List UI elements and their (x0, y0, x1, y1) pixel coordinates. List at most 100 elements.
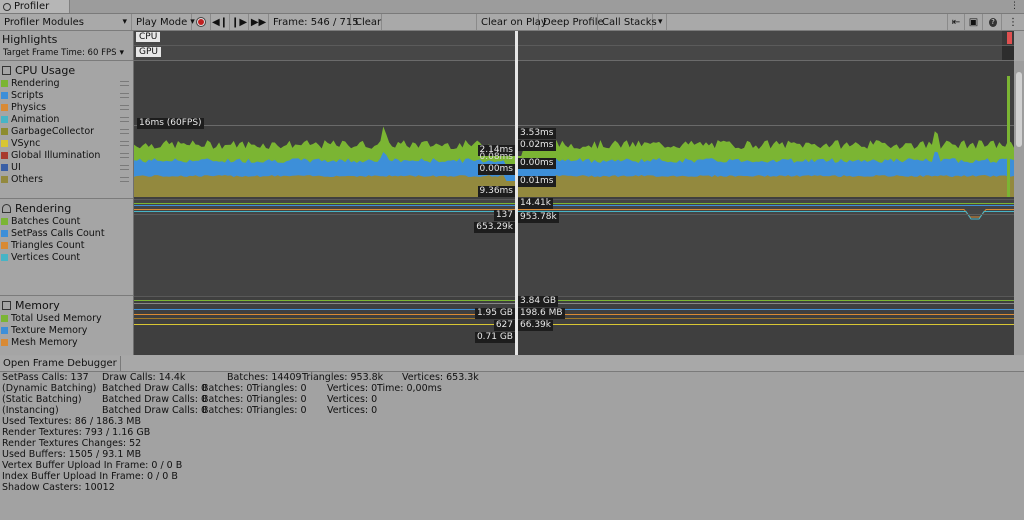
memory-readout-right-texture: 198.6 MB (518, 308, 565, 319)
memory-readout-right-total: 3.84 GB (518, 296, 559, 307)
legend-item[interactable]: Global Illumination (0, 149, 133, 161)
stat-line: Index Buffer Upload In Frame: 0 / 0 B (2, 471, 178, 482)
cpu-readout-right-total: 3.53ms (518, 128, 556, 139)
deep-profile-toggle[interactable]: Deep Profile (539, 14, 604, 30)
call-stacks-toggle[interactable]: Call Stacks (598, 14, 657, 30)
stat-line: Used Buffers: 1505 / 93.1 MB (2, 449, 142, 460)
legend-label: Others (11, 173, 43, 185)
legend-label: Texture Memory (11, 324, 88, 336)
profiler-charts-svg[interactable] (134, 31, 1014, 355)
legend-color-swatch (1, 139, 8, 147)
legend-item[interactable]: Mesh Memory (0, 336, 133, 348)
legend-label: Batches Count (11, 215, 81, 227)
profiler-modules-dropdown[interactable]: Profiler Modules (0, 14, 132, 30)
toolbar-menu-button[interactable]: ⋮ (1004, 14, 1022, 30)
rendering-chart-background (134, 199, 1014, 296)
memory-title-text: Memory (15, 298, 60, 312)
legend-item[interactable]: UI (0, 161, 133, 173)
drag-handle-icon[interactable] (120, 129, 129, 134)
cpu-chip-icon (2, 65, 11, 75)
legend-label: GarbageCollector (11, 125, 95, 137)
legend-label: Physics (11, 101, 47, 113)
legend-item[interactable]: GarbageCollector (0, 125, 133, 137)
memory-section[interactable]: Memory Total Used Memory Texture Memory Me… (0, 296, 133, 355)
legend-item[interactable]: Vertices Count (0, 251, 133, 263)
drag-handle-icon[interactable] (120, 81, 129, 86)
vertical-scrollbar-thumb[interactable] (1016, 72, 1022, 147)
legend-item[interactable]: Rendering (0, 77, 133, 89)
drag-handle-icon[interactable] (120, 141, 129, 146)
legend-item[interactable]: Total Used Memory (0, 312, 133, 324)
clear-button[interactable]: Clear (351, 14, 382, 30)
cpu-usage-section[interactable]: CPU Usage Rendering Scripts Physics Animati… (0, 61, 133, 199)
legend-color-swatch (1, 91, 8, 99)
drag-handle-icon[interactable] (120, 153, 129, 158)
play-mode-dropdown[interactable]: Play Mode (132, 14, 192, 30)
stat-line: Render Textures Changes: 52 (2, 438, 142, 449)
frame-counter: Frame: 546 / 715 (269, 14, 359, 30)
drag-handle-icon[interactable] (120, 177, 129, 182)
step-back-button[interactable]: ◀❙ (211, 14, 230, 30)
legend-item[interactable]: Texture Memory (0, 324, 133, 336)
legend-color-swatch (1, 175, 8, 183)
legend-item[interactable]: Physics (0, 101, 133, 113)
legend-color-swatch (1, 115, 8, 123)
legend-item[interactable]: VSync (0, 137, 133, 149)
help-icon: ? (989, 17, 997, 27)
stat-cell: Triangles: 0 (252, 383, 307, 394)
stat-line: Used Textures: 86 / 186.3 MB (2, 416, 142, 427)
memory-readout-left-count: 627 (493, 320, 515, 331)
profiler-tab[interactable]: Profiler (0, 0, 70, 13)
drag-handle-icon[interactable] (120, 117, 129, 122)
cpu-threshold-label: 16ms (60FPS) (137, 118, 204, 129)
legend-label: Rendering (11, 77, 60, 89)
clear-on-play-toggle[interactable]: Clear on Play (476, 14, 547, 30)
window-tab-bar: Profiler ⋮ (0, 0, 1024, 14)
stat-cell: Vertices: 0 (327, 405, 378, 416)
save-button[interactable]: ▣ (965, 14, 983, 30)
legend-color-swatch (1, 79, 8, 87)
open-frame-debugger-button[interactable]: Open Frame Debugger (0, 356, 121, 371)
load-button[interactable]: ⇤ (947, 14, 965, 30)
legend-color-swatch (1, 229, 8, 237)
step-forward-button[interactable]: ❙▶ (230, 14, 249, 30)
legend-label: SetPass Calls Count (11, 227, 105, 239)
legend-label: Mesh Memory (11, 336, 78, 348)
record-button[interactable] (192, 14, 211, 30)
stat-cell: Triangles: 0 (252, 394, 307, 405)
last-frame-button[interactable]: ▶▶ (249, 14, 269, 30)
kebab-menu-icon[interactable]: ⋮ (1010, 1, 1020, 11)
memory-chart-background (134, 296, 1014, 355)
drag-handle-icon[interactable] (120, 105, 129, 110)
drag-handle-icon[interactable] (120, 165, 129, 170)
legend-item[interactable]: Triangles Count (0, 239, 133, 251)
legend-item[interactable]: SetPass Calls Count (0, 227, 133, 239)
target-frame-time-label: Target Frame Time: 60 FPS (3, 48, 117, 58)
call-stacks-dropdown[interactable] (653, 14, 667, 30)
stat-cell: Batched Draw Calls: 0 (102, 383, 207, 394)
legend-item[interactable]: Animation (0, 113, 133, 125)
highlights-cpu-row (134, 31, 1014, 45)
legend-color-swatch (1, 163, 8, 171)
legend-item[interactable]: Batches Count (0, 215, 133, 227)
load-icon: ⇤ (951, 16, 961, 28)
legend-item[interactable]: Scripts (0, 89, 133, 101)
drag-handle-icon[interactable] (120, 93, 129, 98)
profiler-chart-area[interactable]: 16ms (60FPS) 2.14ms 0.08ms 0.00ms 9.36ms… (134, 31, 1014, 355)
legend-color-swatch (1, 103, 8, 111)
rendering-stats: SetPass Calls: 137 Draw Calls: 14.4k Batch… (0, 372, 1024, 512)
legend-label: VSync (11, 137, 41, 149)
stat-cell: SetPass Calls: 137 (2, 372, 89, 383)
rendering-section[interactable]: Rendering Batches Count SetPass Calls Cou… (0, 199, 133, 296)
highlights-title: Highlights (2, 32, 58, 46)
legend-item[interactable]: Others (0, 173, 133, 185)
stat-cell: Triangles: 953.8k (302, 372, 384, 383)
highlights-gpu-label: GPU (136, 47, 161, 57)
target-frame-time-dropdown[interactable]: Target Frame Time: 60 FPS (0, 47, 133, 59)
stat-cell: (Dynamic Batching) (2, 383, 97, 394)
legend-label: UI (11, 161, 21, 173)
record-icon (196, 17, 206, 27)
cpu-readout-right-physics: 0.00ms (518, 158, 556, 169)
help-button[interactable]: ? (985, 14, 1002, 30)
details-toolbar: Open Frame Debugger (0, 356, 1024, 372)
